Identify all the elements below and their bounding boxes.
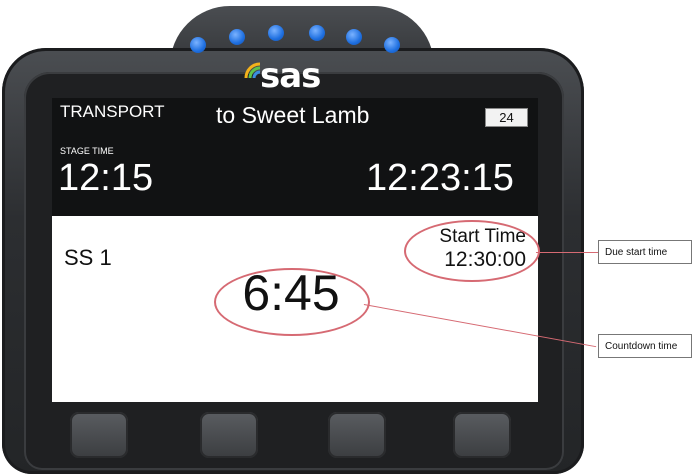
due-start-callout-line	[536, 252, 598, 253]
softkey-2[interactable]	[200, 412, 258, 458]
status-led-4	[309, 25, 325, 41]
destination-label: to Sweet Lamb	[216, 102, 370, 128]
status-led-2	[229, 29, 245, 45]
brand-logo: sas	[242, 56, 362, 96]
stage-time-label: STAGE TIME	[60, 146, 114, 156]
status-led-1	[190, 37, 206, 53]
softkey-1[interactable]	[70, 412, 128, 458]
status-led-5	[346, 29, 362, 45]
softkey-3[interactable]	[328, 412, 386, 458]
logo-text: sas	[260, 56, 321, 96]
status-led-3	[268, 25, 284, 41]
countdown-highlight-ring	[214, 268, 370, 336]
start-time-highlight-ring	[404, 220, 540, 282]
status-led-6	[384, 37, 400, 53]
stage-name: SS 1	[64, 245, 112, 270]
softkey-4[interactable]	[453, 412, 511, 458]
countdown-callout: Countdown time	[598, 334, 692, 358]
mode-label: TRANSPORT	[60, 102, 165, 121]
clock-time-value: 12:23:15	[366, 157, 514, 199]
stage-time-value: 12:15	[58, 157, 154, 199]
due-start-callout: Due start time	[598, 240, 692, 264]
count-badge: 24	[485, 108, 528, 127]
